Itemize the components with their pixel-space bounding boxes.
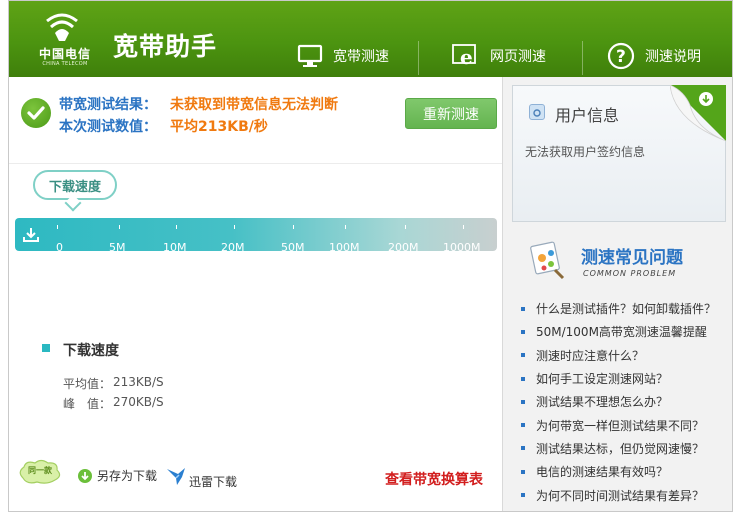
user-info-icon <box>529 104 545 120</box>
tick-mark <box>234 225 235 229</box>
faq-palette-icon <box>530 241 565 280</box>
faq-list: 什么是测试插件？如何卸载插件？ 50M/100M高带宽测速温馨提醒 测速时应注意… <box>521 297 716 507</box>
user-info-message: 无法获取用户签约信息 <box>525 145 646 159</box>
thunder-bird-icon <box>167 467 185 485</box>
thunder-download[interactable]: 迅雷下载 <box>165 461 237 490</box>
nav-broadband-speedtest[interactable]: 宽带测速 <box>297 41 389 71</box>
faq-item[interactable]: 测试结果不理想怎么办？ <box>521 390 716 413</box>
save-as-label: 另存为下载 <box>97 469 158 483</box>
badge-text: 同一款 <box>28 466 52 475</box>
nav-label: 测速说明 <box>645 49 701 65</box>
legend-swatch <box>42 344 50 352</box>
test-value: 平均213KB/秒 <box>170 119 268 135</box>
faq-item[interactable]: 测速时应注意什么？ <box>521 344 716 367</box>
user-info-card: 用户信息 无法获取用户签约信息 <box>512 85 726 222</box>
china-telecom-logo: 中国电信 CHINA TELECOM <box>35 11 95 69</box>
nav-speedtest-help[interactable]: ? 测速说明 <box>607 41 701 71</box>
nav-divider <box>582 41 583 75</box>
nav-label: 宽带测速 <box>333 49 389 65</box>
scale-tick-label: 100M <box>329 241 360 254</box>
telecom-logo-icon <box>46 13 78 41</box>
tick-mark <box>345 225 346 229</box>
side-panel: 用户信息 无法获取用户签约信息 测速常见问题 COMMON PROBLEM 什么… <box>502 77 732 511</box>
bandwidth-conversion-link[interactable]: 查看带宽换算表 <box>385 469 483 489</box>
divider <box>9 163 502 164</box>
result-label: 带宽测试结果： <box>59 97 157 113</box>
download-circle-icon <box>78 468 92 483</box>
download-tray-icon <box>23 228 39 242</box>
tick-mark <box>463 225 464 229</box>
nav-label: 网页测速 <box>490 49 546 65</box>
avg-label: 平均值： <box>63 377 112 391</box>
faq-item[interactable]: 测试结果达标，但仍觉网速慢？ <box>521 437 716 460</box>
faq-item[interactable]: 如何手工设定测速网站？ <box>521 367 716 390</box>
thunder-label: 迅雷下载 <box>189 475 238 489</box>
peak-value: 270KB/S <box>113 395 164 409</box>
faq-item[interactable]: 为何带宽一样但测试结果不同？ <box>521 413 716 436</box>
scale-tick-label: 10M <box>163 241 187 254</box>
main-panel: 带宽测试结果： 未获取到带宽信息无法判断 本次测试数值： 平均213KB/秒 重… <box>9 77 502 511</box>
nav-divider <box>418 41 419 75</box>
faq-item[interactable]: 什么是测试插件？如何卸载插件？ <box>521 297 716 320</box>
page-curl-download-icon[interactable] <box>670 85 726 141</box>
header-bar: 中国电信 CHINA TELECOM 宽带助手 宽带测速 e 网页测速 ? 测速… <box>9 1 732 77</box>
peak-label: 峰 值： <box>63 397 112 411</box>
scale-tick-label: 50M <box>281 241 305 254</box>
svg-text:?: ? <box>616 47 626 67</box>
test-value-label: 本次测试数值： <box>59 119 157 135</box>
check-icon <box>21 98 51 128</box>
app-title: 宽带助手 <box>113 32 218 61</box>
result-value: 未获取到带宽信息无法判断 <box>170 97 338 113</box>
faq-item[interactable]: 为何不同时间测试结果有差异？ <box>521 483 716 506</box>
logo-text-cn: 中国电信 <box>38 47 91 61</box>
question-icon: ? <box>607 42 635 70</box>
scale-tick-label: 200M <box>388 241 419 254</box>
tick-mark <box>176 225 177 229</box>
retest-button[interactable]: 重新测速 <box>405 98 497 129</box>
tick-mark <box>57 225 58 229</box>
scale-tick-label: 20M <box>221 241 245 254</box>
speed-scale: 0 5M 10M 20M 50M 100M 200M 1000M <box>15 218 497 254</box>
user-info-title: 用户信息 <box>555 106 620 125</box>
tick-mark <box>293 225 294 229</box>
save-as-download[interactable]: 另存为下载 <box>77 467 157 484</box>
browser-e-icon: e <box>452 44 476 69</box>
faq-subtitle: COMMON PROBLEM <box>583 269 677 278</box>
tick-mark <box>405 225 406 229</box>
app-window: 中国电信 CHINA TELECOM 宽带助手 宽带测速 e 网页测速 ? 测速… <box>8 0 733 512</box>
monitor-icon <box>297 44 323 67</box>
avg-value: 213KB/S <box>113 375 164 389</box>
faq-title: 测速常见问题 <box>581 248 683 268</box>
scale-tick-label: 0 <box>56 241 63 254</box>
logo-text-en: CHINA TELECOM <box>42 61 88 67</box>
nav-web-speedtest[interactable]: e 网页测速 <box>452 41 546 71</box>
download-speed-bubble: 下载速度 <box>33 170 117 200</box>
badge-sticker: 同一款 <box>17 458 63 486</box>
svg-text:e: e <box>460 45 473 69</box>
tick-mark <box>119 225 120 229</box>
faq-item[interactable]: 50M/100M高带宽测速温馨提醒 <box>521 320 716 343</box>
scale-tick-label: 1000M <box>443 241 481 254</box>
faq-item[interactable]: 电信的测速结果有效吗？ <box>521 460 716 483</box>
scale-tick-label: 5M <box>109 241 126 254</box>
legend-label: 下载速度 <box>63 343 119 359</box>
